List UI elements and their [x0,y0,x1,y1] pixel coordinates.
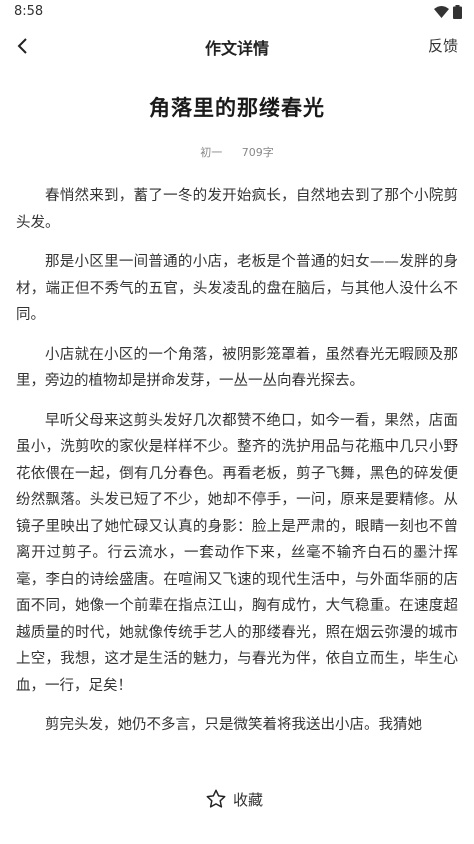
favorite-label: 收藏 [233,790,264,809]
favorite-button[interactable]: 收藏 [205,788,263,810]
paragraph: 春悄然来到，蓄了一冬的发开始疯长，自然地去到了那个小院剪头发。 [16,188,458,231]
paragraph: 早听父母来这剪头发好几次都赞不绝口，如今一看，果然，店面虽小，洗剪吹的家伙是样样… [16,412,458,694]
nav-title: 作文详情 [204,39,269,58]
article-content[interactable]: 春悄然来到，蓄了一冬的发开始疯长，自然地去到了那个小院剪头发。 那是小区里一间普… [16,183,458,793]
paragraph: 那是小区里一间普通的小店，老板是个普通的妇女——发胖的身材，端正但不秀气的五官，… [16,254,458,323]
article-grade: 初一 [200,146,223,159]
article-meta: 初一 709字 [0,144,474,160]
nav-bar: 作文详情 反馈 [0,26,474,66]
battery-icon [453,5,462,19]
star-outline-icon [206,789,226,808]
bottom-bar: 收藏 [0,775,474,825]
paragraph: 小店就在小区的一个角落，被阴影笼罩着，虽然春光无暇顾及那里，旁边的植物却是拼命发… [16,346,458,390]
feedback-button[interactable]: 反馈 [428,35,458,56]
article-word-count: 709字 [241,146,274,159]
status-icons [434,5,462,19]
status-bar: 8:58 [0,0,474,26]
article-title: 角落里的那缕春光 [149,96,325,120]
paragraph: 剪完头发，她仍不多言，只是微笑着将我送出小店。我猜她 [45,717,422,733]
wifi-icon [434,6,449,18]
status-time: 8:58 [14,4,44,19]
